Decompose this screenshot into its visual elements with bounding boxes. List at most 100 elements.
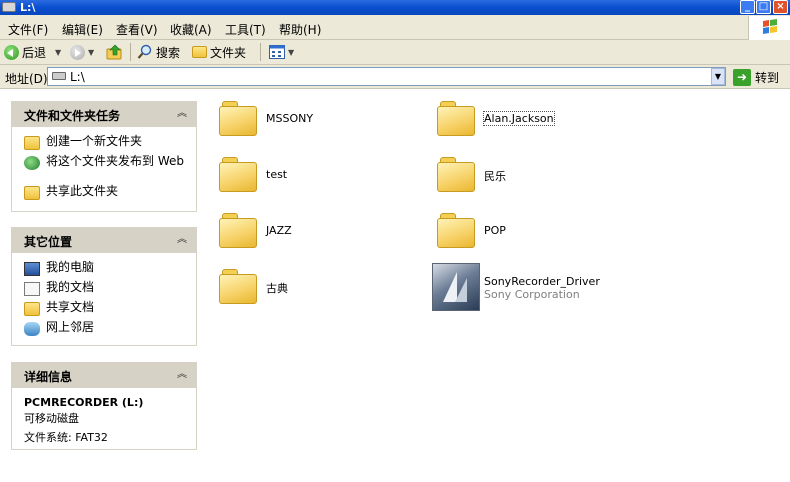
menu-file[interactable]: 文件(F) <box>8 21 48 38</box>
documents-icon <box>24 282 40 296</box>
task-publish-web-label: 将这个文件夹发布到 Web <box>46 154 184 168</box>
folder-item[interactable] <box>218 269 258 305</box>
address-value: L:\ <box>70 70 85 84</box>
folder-label[interactable]: 古典 <box>266 280 288 296</box>
place-shared-documents[interactable]: 共享文档 <box>24 301 191 316</box>
folder-label[interactable]: POP <box>484 224 506 237</box>
place-my-documents-label: 我的文档 <box>46 280 95 294</box>
place-network-label: 网上邻居 <box>46 320 95 334</box>
views-button[interactable]: ▼ <box>269 43 294 61</box>
task-new-folder-label: 创建一个新文件夹 <box>46 134 143 148</box>
drive-name: PCMRECORDER (L:) <box>24 396 144 409</box>
minimize-button[interactable]: _ <box>740 0 755 14</box>
folder-item[interactable] <box>436 157 476 193</box>
search-button[interactable]: 搜索 <box>137 43 180 61</box>
sony-app-icon[interactable] <box>432 263 480 311</box>
task-publish-web[interactable]: 将这个文件夹发布到 Web <box>24 155 191 170</box>
folder-icon <box>436 213 476 249</box>
drive-icon <box>52 72 66 80</box>
file-system: 文件系统: FAT32 <box>24 431 108 444</box>
app-label[interactable]: SonyRecorder_Driver <box>484 275 600 288</box>
address-label: 地址(D) <box>5 72 48 86</box>
folder-item[interactable] <box>218 101 258 137</box>
task-share-folder-label: 共享此文件夹 <box>46 184 119 198</box>
search-icon <box>137 44 152 59</box>
drive-type: 可移动磁盘 <box>24 412 79 425</box>
chevron-up-icon[interactable]: ︽ <box>175 233 189 247</box>
places-pane-header[interactable]: 其它位置 ︽ <box>12 228 196 253</box>
search-label: 搜索 <box>156 45 181 60</box>
menu-help[interactable]: 帮助(H) <box>279 21 321 38</box>
back-button[interactable]: 后退 ▼ <box>4 43 61 61</box>
folder-label[interactable]: MSSONY <box>266 112 313 125</box>
menu-tools[interactable]: 工具(T) <box>225 21 266 38</box>
tasks-pane: 文件和文件夹任务 ︽ 创建一个新文件夹 将这个文件夹发布到 Web 共享此文件夹 <box>11 101 197 212</box>
address-input[interactable]: L:\ <box>47 67 726 86</box>
task-share-folder[interactable]: 共享此文件夹 <box>24 185 191 200</box>
place-my-computer[interactable]: 我的电脑 <box>24 261 191 276</box>
folder-icon <box>218 157 258 193</box>
window-title: L:\ <box>20 1 36 14</box>
folder-icon <box>192 46 207 58</box>
up-button[interactable] <box>106 43 124 61</box>
task-new-folder[interactable]: 创建一个新文件夹 <box>24 135 191 150</box>
windows-logo <box>748 16 790 40</box>
folders-label: 文件夹 <box>210 45 247 60</box>
chevron-down-icon: ▼ <box>88 47 95 57</box>
view-grid-icon <box>269 45 285 59</box>
folder-icon <box>436 157 476 193</box>
address-dropdown-button[interactable]: ▼ <box>711 68 725 85</box>
go-label: 转到 <box>755 70 780 85</box>
folder-label[interactable]: JAZZ <box>266 224 292 237</box>
globe-icon <box>24 156 40 170</box>
close-button[interactable]: × <box>773 0 788 14</box>
folder-item[interactable] <box>436 101 476 137</box>
folder-label[interactable]: test <box>266 168 287 181</box>
folder-up-icon <box>106 44 122 60</box>
folder-item[interactable] <box>218 157 258 193</box>
maximize-button[interactable]: □ <box>756 0 771 14</box>
chevron-up-icon[interactable]: ︽ <box>175 107 189 121</box>
chevron-down-icon: ▼ <box>288 47 295 57</box>
folder-icon <box>218 269 258 305</box>
menu-view[interactable]: 查看(V) <box>116 21 158 38</box>
go-button[interactable]: ➜ 转到 <box>733 68 779 86</box>
forward-button[interactable]: ▼ <box>70 43 94 61</box>
folders-button[interactable]: 文件夹 <box>192 43 246 61</box>
place-my-documents[interactable]: 我的文档 <box>24 281 191 296</box>
folder-icon <box>24 302 40 316</box>
folder-icon <box>436 101 476 137</box>
menu-edit[interactable]: 编辑(E) <box>62 21 103 38</box>
toolbar-separator <box>260 43 261 61</box>
tasks-pane-title: 文件和文件夹任务 <box>24 109 121 123</box>
menu-favorites[interactable]: 收藏(A) <box>170 21 212 38</box>
places-pane-title: 其它位置 <box>24 235 73 249</box>
folder-icon <box>218 213 258 249</box>
computer-icon <box>24 262 40 276</box>
title-bar: L:\ _ □ × <box>0 0 790 15</box>
place-network[interactable]: 网上邻居 <box>24 321 191 336</box>
folder-label-focused[interactable]: Alan.Jackson <box>483 111 555 126</box>
place-my-computer-label: 我的电脑 <box>46 260 95 274</box>
details-pane: 详细信息 ︽ PCMRECORDER (L:) 可移动磁盘 文件系统: FAT3… <box>11 362 197 450</box>
folder-label[interactable]: 民乐 <box>484 168 506 184</box>
tasks-pane-header[interactable]: 文件和文件夹任务 ︽ <box>12 102 196 127</box>
chevron-up-icon[interactable]: ︽ <box>175 368 189 382</box>
app-publisher: Sony Corporation <box>484 288 580 301</box>
forward-arrow-icon <box>70 44 85 60</box>
toolbar: 后退 ▼ ▼ 搜索 文件夹 ▼ <box>0 40 790 65</box>
place-shared-documents-label: 共享文档 <box>46 300 95 314</box>
go-arrow-icon: ➜ <box>733 68 751 86</box>
folder-item[interactable] <box>436 213 476 249</box>
new-folder-icon <box>24 136 40 150</box>
address-bar: 地址(D) L:\ ▼ ➜ 转到 <box>0 65 790 89</box>
details-pane-title: 详细信息 <box>24 370 73 384</box>
toolbar-separator <box>130 43 131 61</box>
drive-icon <box>2 2 16 12</box>
share-folder-icon <box>24 186 40 200</box>
places-pane: 其它位置 ︽ 我的电脑 我的文档 共享文档 网上邻居 <box>11 227 197 346</box>
details-pane-header[interactable]: 详细信息 ︽ <box>12 363 196 388</box>
back-arrow-icon <box>4 44 19 60</box>
folder-item[interactable] <box>218 213 258 249</box>
menu-bar: 文件(F) 编辑(E) 查看(V) 收藏(A) 工具(T) 帮助(H) <box>0 15 790 40</box>
